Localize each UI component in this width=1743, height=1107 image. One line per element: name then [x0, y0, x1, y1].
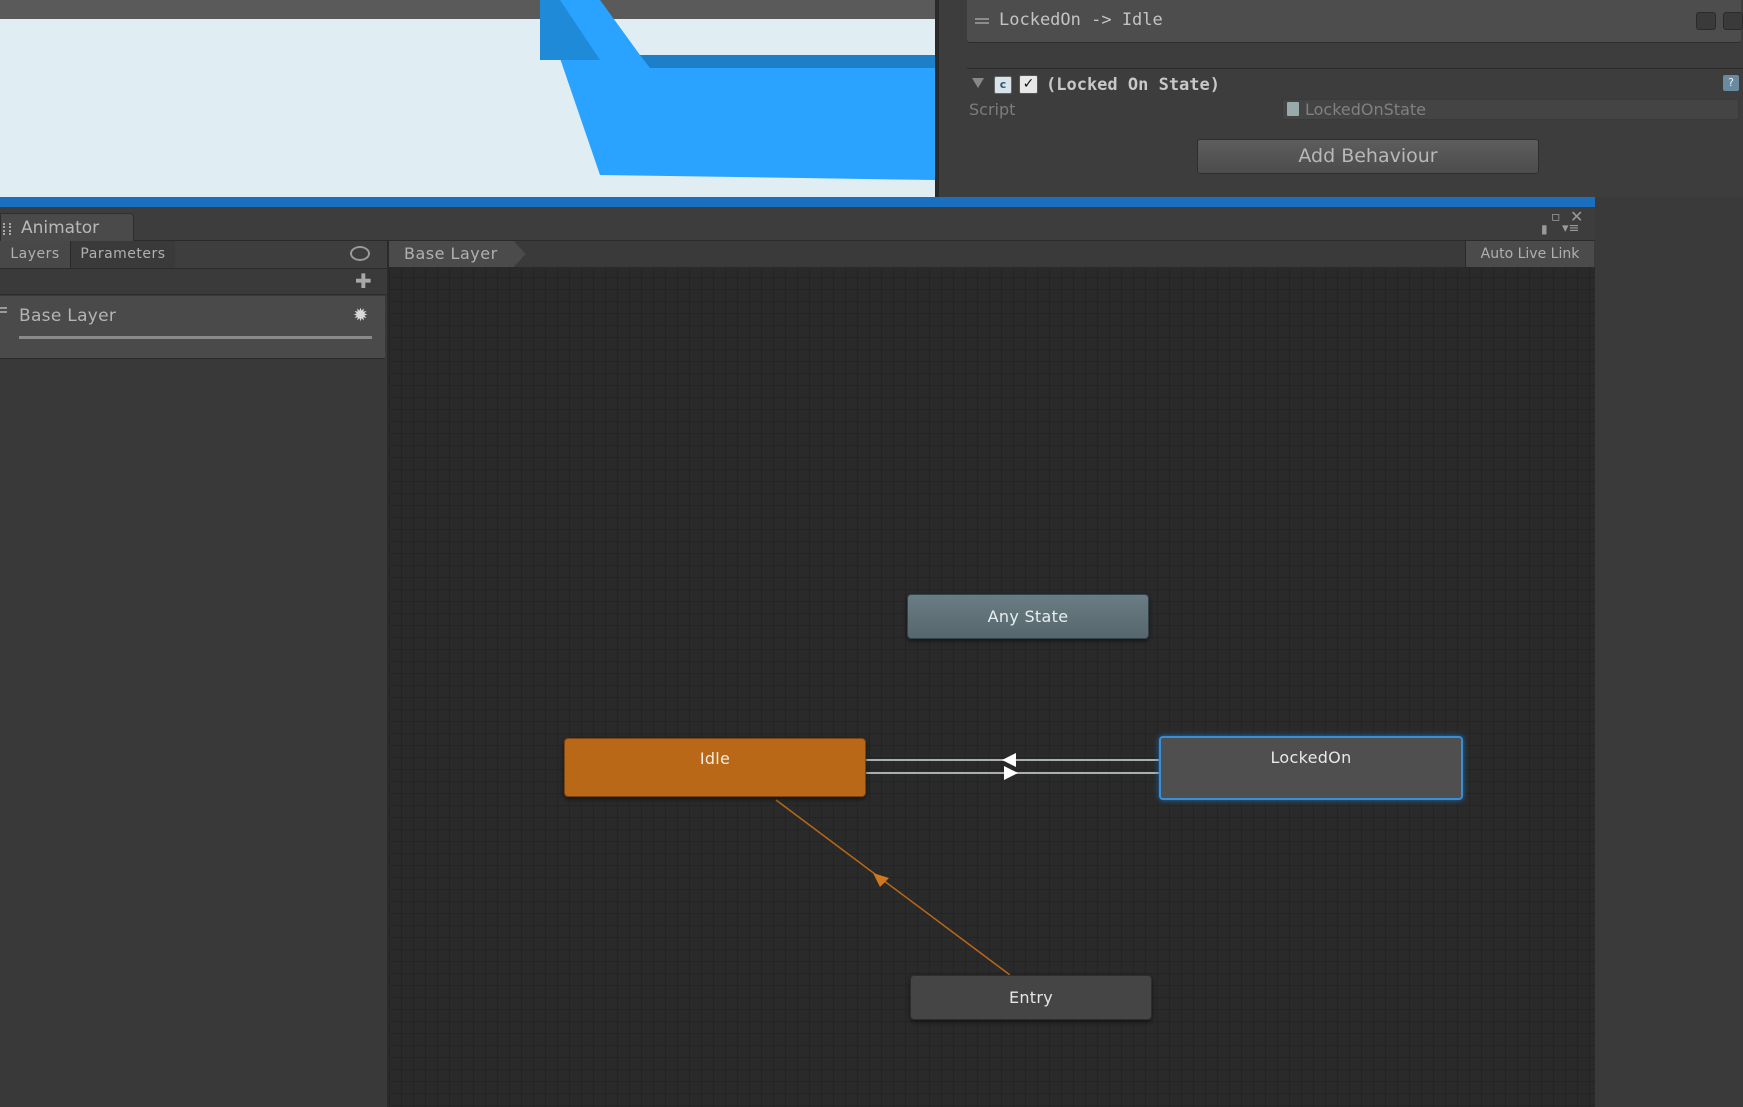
animator-tab[interactable]: Animator	[0, 213, 134, 242]
lock-icon[interactable]: ▮	[1541, 222, 1548, 236]
animator-window: Animator ▫ ✕ ▮ ▾≡ Layers Parameters ✚ Ba…	[0, 207, 1595, 1107]
layers-pane-tabs: Layers Parameters	[0, 241, 387, 269]
script-field[interactable]: LockedOnState	[1282, 99, 1739, 120]
layer-item[interactable]: Base Layer ✹	[0, 296, 385, 359]
divider	[967, 68, 1743, 69]
state-machine-graph[interactable]: Base Layer Auto Live Link Any State Idle…	[389, 241, 1595, 1107]
maximize-icon[interactable]: ▫	[1551, 209, 1561, 225]
behaviour-title: (Locked On State)	[1046, 75, 1220, 95]
state-entry[interactable]: Entry	[910, 975, 1152, 1020]
layer-weight-slider[interactable]	[19, 336, 372, 339]
state-idle[interactable]: Idle	[564, 738, 866, 797]
transition-idle-to-lockedon[interactable]	[864, 766, 1159, 780]
scene-geometry	[540, 0, 935, 180]
behaviour-enabled-checkbox[interactable]: ✓	[1019, 75, 1038, 94]
state-lockedon[interactable]: LockedOn	[1159, 736, 1463, 800]
script-value: LockedOnState	[1305, 100, 1426, 119]
reorder-handle-icon[interactable]	[0, 307, 7, 313]
script-label: Script	[969, 100, 1016, 119]
animator-tab-label: Animator	[21, 218, 100, 238]
preset-icon[interactable]	[1696, 12, 1716, 30]
script-file-icon	[1287, 102, 1299, 116]
state-any-state[interactable]: Any State	[907, 594, 1149, 639]
window-menu-icon[interactable]: ▾≡	[1562, 221, 1579, 236]
layers-pane: Layers Parameters ✚ Base Layer ✹	[0, 241, 389, 1107]
transition-title: LockedOn -> Idle	[999, 10, 1163, 30]
animator-focus-bar	[0, 197, 1595, 207]
gear-icon[interactable]: ✹	[353, 305, 368, 326]
eye-icon[interactable]	[350, 246, 370, 261]
add-layer-plus-icon[interactable]: ✚	[355, 269, 372, 294]
settings-icon[interactable]	[1723, 12, 1743, 30]
help-icon[interactable]: ?	[1723, 75, 1739, 91]
state-lockedon-label: LockedOn	[1270, 748, 1352, 767]
foldout-arrow-icon[interactable]	[972, 78, 984, 88]
tab-parameters[interactable]: Parameters	[71, 241, 175, 268]
animator-tabbar: Animator ▫ ✕ ▮ ▾≡	[0, 207, 1595, 242]
layer-name: Base Layer	[19, 306, 117, 326]
script-icon: c	[994, 76, 1012, 94]
drag-handle-icon[interactable]	[975, 18, 989, 24]
add-behaviour-button[interactable]: Add Behaviour	[1197, 139, 1539, 174]
state-idle-label: Idle	[699, 749, 731, 768]
animator-window-icon	[3, 223, 11, 235]
tab-layers[interactable]: Layers	[0, 241, 71, 268]
empty-panel	[1595, 197, 1743, 1107]
transition-header[interactable]: LockedOn -> Idle	[967, 0, 1743, 43]
transition-entry-to-idle[interactable]	[775, 799, 1011, 976]
scene-view[interactable]	[0, 0, 935, 197]
transition-lockedon-to-idle[interactable]	[864, 753, 1159, 767]
layers-toolbar: ✚	[0, 269, 387, 295]
inspector-panel: LockedOn -> Idle c ✓ (Locked On State) ?…	[935, 0, 1743, 197]
